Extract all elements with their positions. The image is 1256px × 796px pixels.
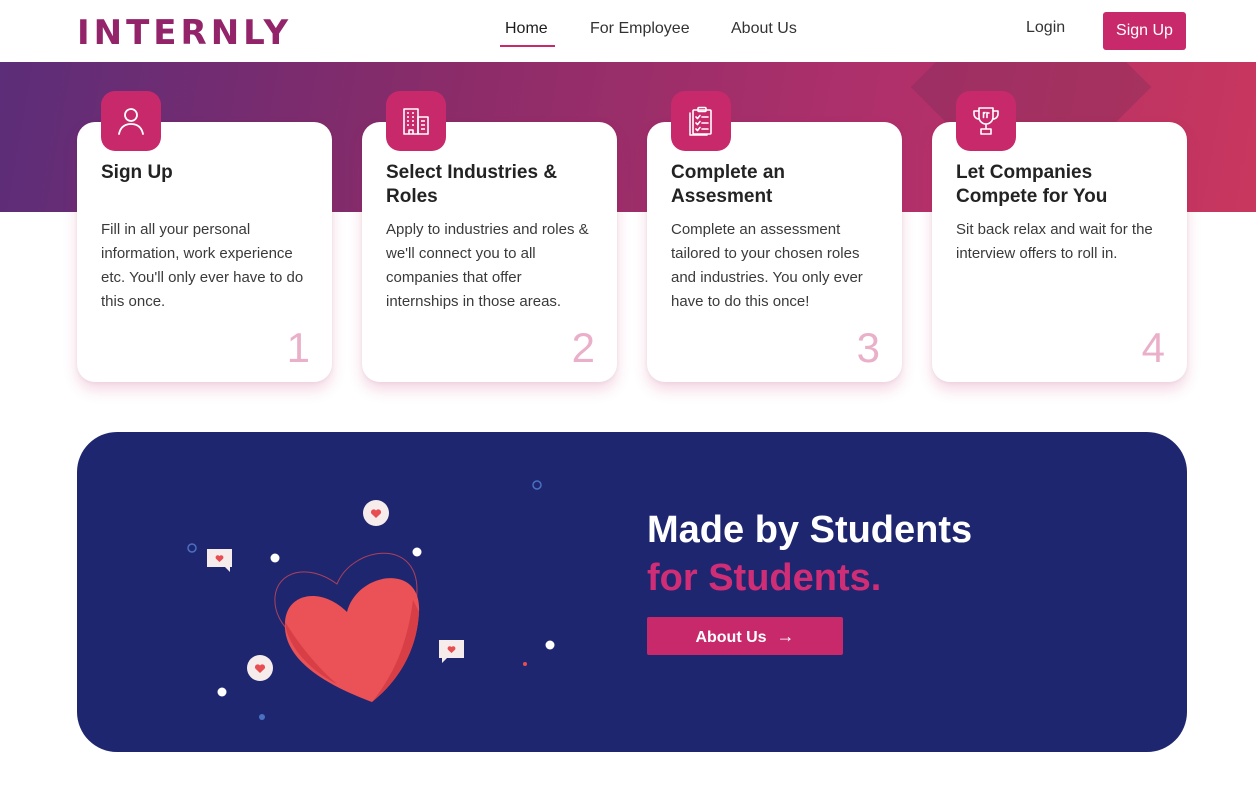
step-description: Apply to industries and roles & we'll co… (386, 221, 589, 310)
signup-button[interactable]: Sign Up (1103, 12, 1186, 50)
trophy-icon (956, 91, 1016, 151)
arrow-right-icon: → (776, 626, 795, 646)
banner-heading-line2: for Students. (647, 557, 882, 599)
step-card-companies-compete: Let Companies Compete for You Sit back r… (932, 91, 1187, 382)
step-description: Sit back relax and wait for the intervie… (956, 221, 1153, 262)
about-us-button[interactable]: About Us → (647, 617, 843, 655)
navbar: INTERNLY Home For Employee About Us Logi… (0, 0, 1256, 62)
heart-illustration (187, 480, 555, 720)
banner-heading-line1: Made by Students (647, 509, 973, 551)
nav-home[interactable]: Home (505, 19, 548, 39)
step-card-select-industries: Select Industries & Roles Apply to indus… (362, 91, 617, 382)
step-description: Complete an assessment tailored to your … (671, 221, 863, 310)
step-title: Let Companies Compete for You (956, 162, 1108, 207)
step-title: Sign Up (101, 162, 173, 183)
step-title: Select Industries & Roles (386, 162, 558, 207)
step-card-sign-up: Sign Up Fill in all your personal inform… (77, 91, 332, 382)
step-description: Fill in all your personal information, w… (101, 221, 304, 310)
step-number: 1 (286, 324, 310, 371)
clipboard-checklist-icon (671, 91, 731, 151)
active-nav-underline (500, 45, 555, 47)
step-title: Complete an Assesment (671, 162, 786, 207)
login-link[interactable]: Login (1026, 18, 1065, 38)
user-icon (101, 91, 161, 151)
logo[interactable]: INTERNLY (77, 13, 292, 53)
step-number: 2 (571, 324, 595, 371)
building-icon (386, 91, 446, 151)
nav-about-us[interactable]: About Us (731, 19, 797, 39)
step-number: 4 (1141, 324, 1165, 371)
nav-for-employee[interactable]: For Employee (590, 19, 690, 39)
step-card-complete-assessment: Complete an Assesment Complete an assess… (647, 91, 902, 382)
step-number: 3 (856, 324, 880, 371)
about-us-button-label: About Us (695, 629, 767, 646)
made-by-students-banner: Made by Students for Students. About Us → (77, 432, 1187, 752)
